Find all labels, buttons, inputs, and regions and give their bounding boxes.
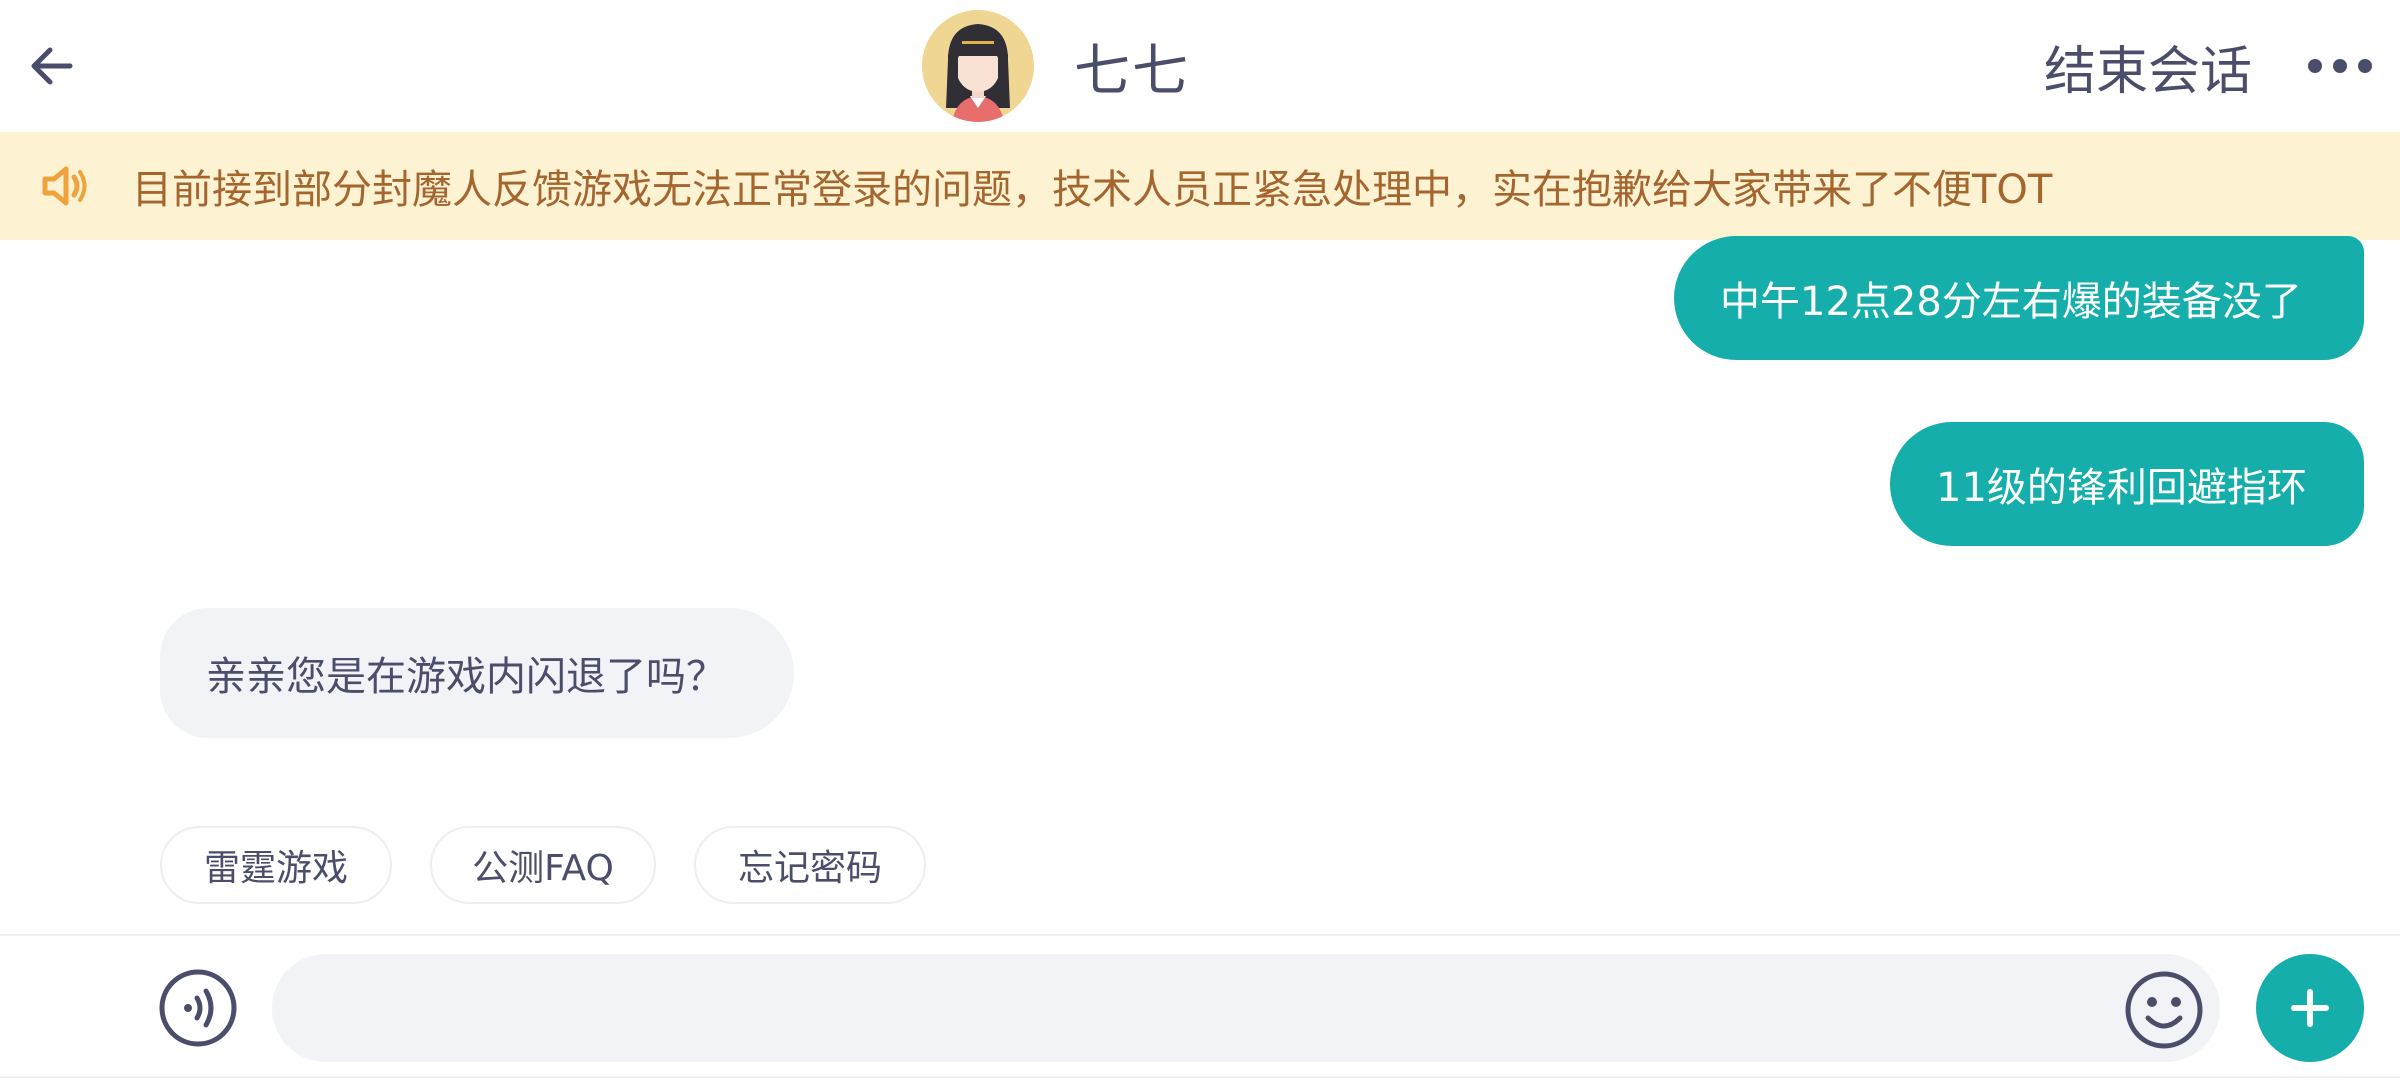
plus-icon bbox=[2291, 989, 2329, 1027]
chat-header: 七七 结束会话 bbox=[0, 0, 2400, 132]
notice-text: 目前接到部分封魔人反馈游戏无法正常登录的问题，技术人员正紧急处理中，实在抱歉给大… bbox=[132, 167, 2053, 213]
emoji-button[interactable] bbox=[2124, 970, 2204, 1050]
add-button[interactable] bbox=[2256, 954, 2364, 1062]
message-bubble-sent: 中午12点28分左右爆的装备没了 bbox=[1674, 236, 2364, 360]
divider bbox=[0, 934, 2400, 936]
header-title-group: 七七 bbox=[922, 8, 1190, 124]
avatar[interactable] bbox=[922, 10, 1034, 122]
back-button[interactable] bbox=[18, 28, 84, 104]
message-input[interactable] bbox=[312, 974, 2076, 1044]
more-button[interactable] bbox=[2300, 28, 2380, 104]
message-bubble-received: 亲亲您是在游戏内闪退了吗？ bbox=[160, 608, 794, 738]
emoji-icon bbox=[2125, 971, 2203, 1049]
end-session-button[interactable]: 结束会话 bbox=[2044, 28, 2252, 104]
page-title: 七七 bbox=[1074, 38, 1190, 104]
quick-reply-chip[interactable]: 忘记密码 bbox=[694, 826, 926, 904]
quick-reply-chip[interactable]: 公测FAQ bbox=[430, 826, 656, 904]
voice-icon bbox=[159, 969, 237, 1047]
voice-button[interactable] bbox=[158, 968, 238, 1048]
arrow-left-icon bbox=[31, 47, 73, 85]
divider bbox=[0, 1076, 2400, 1078]
message-input-container[interactable] bbox=[272, 954, 2220, 1062]
more-dots-icon bbox=[2308, 59, 2372, 73]
quick-reply-chip[interactable]: 雷霆游戏 bbox=[160, 826, 392, 904]
message-bubble-sent: 11级的锋利回避指环 bbox=[1890, 422, 2364, 546]
speaker-icon bbox=[40, 161, 90, 211]
notice-banner: 目前接到部分封魔人反馈游戏无法正常登录的问题，技术人员正紧急处理中，实在抱歉给大… bbox=[0, 132, 2400, 240]
